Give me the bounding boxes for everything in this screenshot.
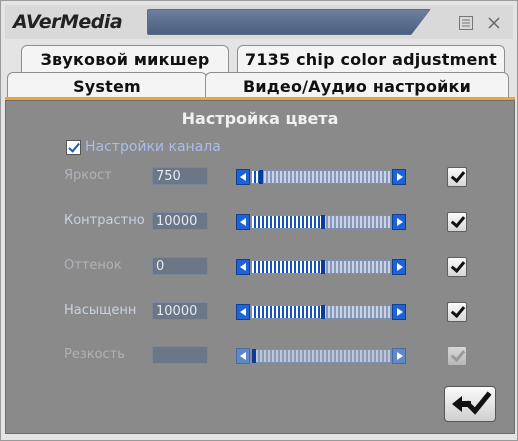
- tab-video-audio-settings[interactable]: Видео/Аудио настройки: [205, 72, 509, 99]
- channel-settings-label: Настройки канала: [85, 139, 221, 155]
- slider-thumb[interactable]: [259, 170, 263, 184]
- slider-track[interactable]: [251, 305, 391, 319]
- brightness-value[interactable]: 750: [152, 167, 208, 185]
- hue-label: Оттенок: [64, 258, 122, 273]
- brightness-enable-checkbox[interactable]: [447, 167, 467, 187]
- checkbox-checked-icon[interactable]: [66, 139, 81, 155]
- sharpness-row: Резкость: [64, 346, 484, 366]
- hue-enable-checkbox[interactable]: [447, 257, 467, 277]
- slider-right-arrow-icon[interactable]: [392, 214, 406, 230]
- hue-slider[interactable]: [236, 259, 406, 275]
- apply-button[interactable]: [444, 386, 496, 422]
- tab-system[interactable]: System: [7, 72, 207, 99]
- brightness-slider[interactable]: [236, 169, 406, 185]
- slider-right-arrow-icon[interactable]: [392, 169, 406, 185]
- sharpness-slider: [236, 348, 406, 364]
- tab-sound-mixer[interactable]: Звуковой микшер: [21, 45, 229, 73]
- swap-arrow-check-icon: [452, 391, 492, 415]
- slider-right-arrow-icon[interactable]: [392, 304, 406, 320]
- tab-7135-chip-color[interactable]: 7135 chip color adjustment: [237, 45, 505, 73]
- slider-right-arrow-icon: [392, 348, 406, 364]
- saturation-value[interactable]: 10000: [152, 302, 208, 320]
- channel-settings-checkbox[interactable]: Настройки канала: [66, 138, 221, 156]
- title-display: [147, 9, 431, 35]
- contrast-row: Контрастно 10000: [64, 212, 484, 232]
- saturation-label: Насыщенн: [64, 303, 137, 318]
- saturation-slider[interactable]: [236, 304, 406, 320]
- slider-left-arrow-icon[interactable]: [236, 259, 250, 275]
- brightness-row: Яркост 750: [64, 167, 484, 187]
- hue-value[interactable]: 0: [152, 257, 208, 275]
- contrast-slider[interactable]: [236, 214, 406, 230]
- slider-track: [251, 349, 391, 363]
- slider-track[interactable]: [251, 170, 391, 184]
- section-title: Настройка цвета: [181, 109, 339, 128]
- color-settings-panel: Настройка цвета Настройки канала Яркост …: [5, 100, 515, 434]
- slider-thumb[interactable]: [321, 215, 325, 229]
- title-bar[interactable]: AVerMedia: [5, 5, 513, 39]
- sharpness-label: Резкость: [64, 347, 125, 362]
- saturation-row: Насыщенн 10000: [64, 302, 484, 322]
- slider-left-arrow-icon[interactable]: [236, 304, 250, 320]
- menu-icon[interactable]: [457, 15, 475, 31]
- close-icon[interactable]: [485, 15, 503, 31]
- slider-thumb[interactable]: [321, 260, 325, 274]
- slider-left-arrow-icon: [236, 348, 250, 364]
- contrast-label: Контрастно: [64, 213, 145, 228]
- slider-left-arrow-icon[interactable]: [236, 214, 250, 230]
- slider-track[interactable]: [251, 215, 391, 229]
- contrast-enable-checkbox[interactable]: [447, 212, 467, 232]
- hue-row: Оттенок 0: [64, 257, 484, 277]
- contrast-value[interactable]: 10000: [152, 212, 208, 230]
- avermedia-settings-window: AVerMedia Звуковой микшер 7135 chip colo…: [0, 0, 518, 441]
- slider-left-arrow-icon[interactable]: [236, 169, 250, 185]
- slider-right-arrow-icon[interactable]: [392, 259, 406, 275]
- slider-thumb[interactable]: [321, 305, 325, 319]
- sharpness-enable-checkbox: [447, 346, 467, 366]
- sharpness-value: [152, 346, 208, 364]
- avermedia-logo: AVerMedia: [13, 11, 123, 33]
- slider-thumb: [252, 349, 256, 363]
- brightness-label: Яркост: [64, 168, 112, 183]
- slider-track[interactable]: [251, 260, 391, 274]
- saturation-enable-checkbox[interactable]: [447, 302, 467, 322]
